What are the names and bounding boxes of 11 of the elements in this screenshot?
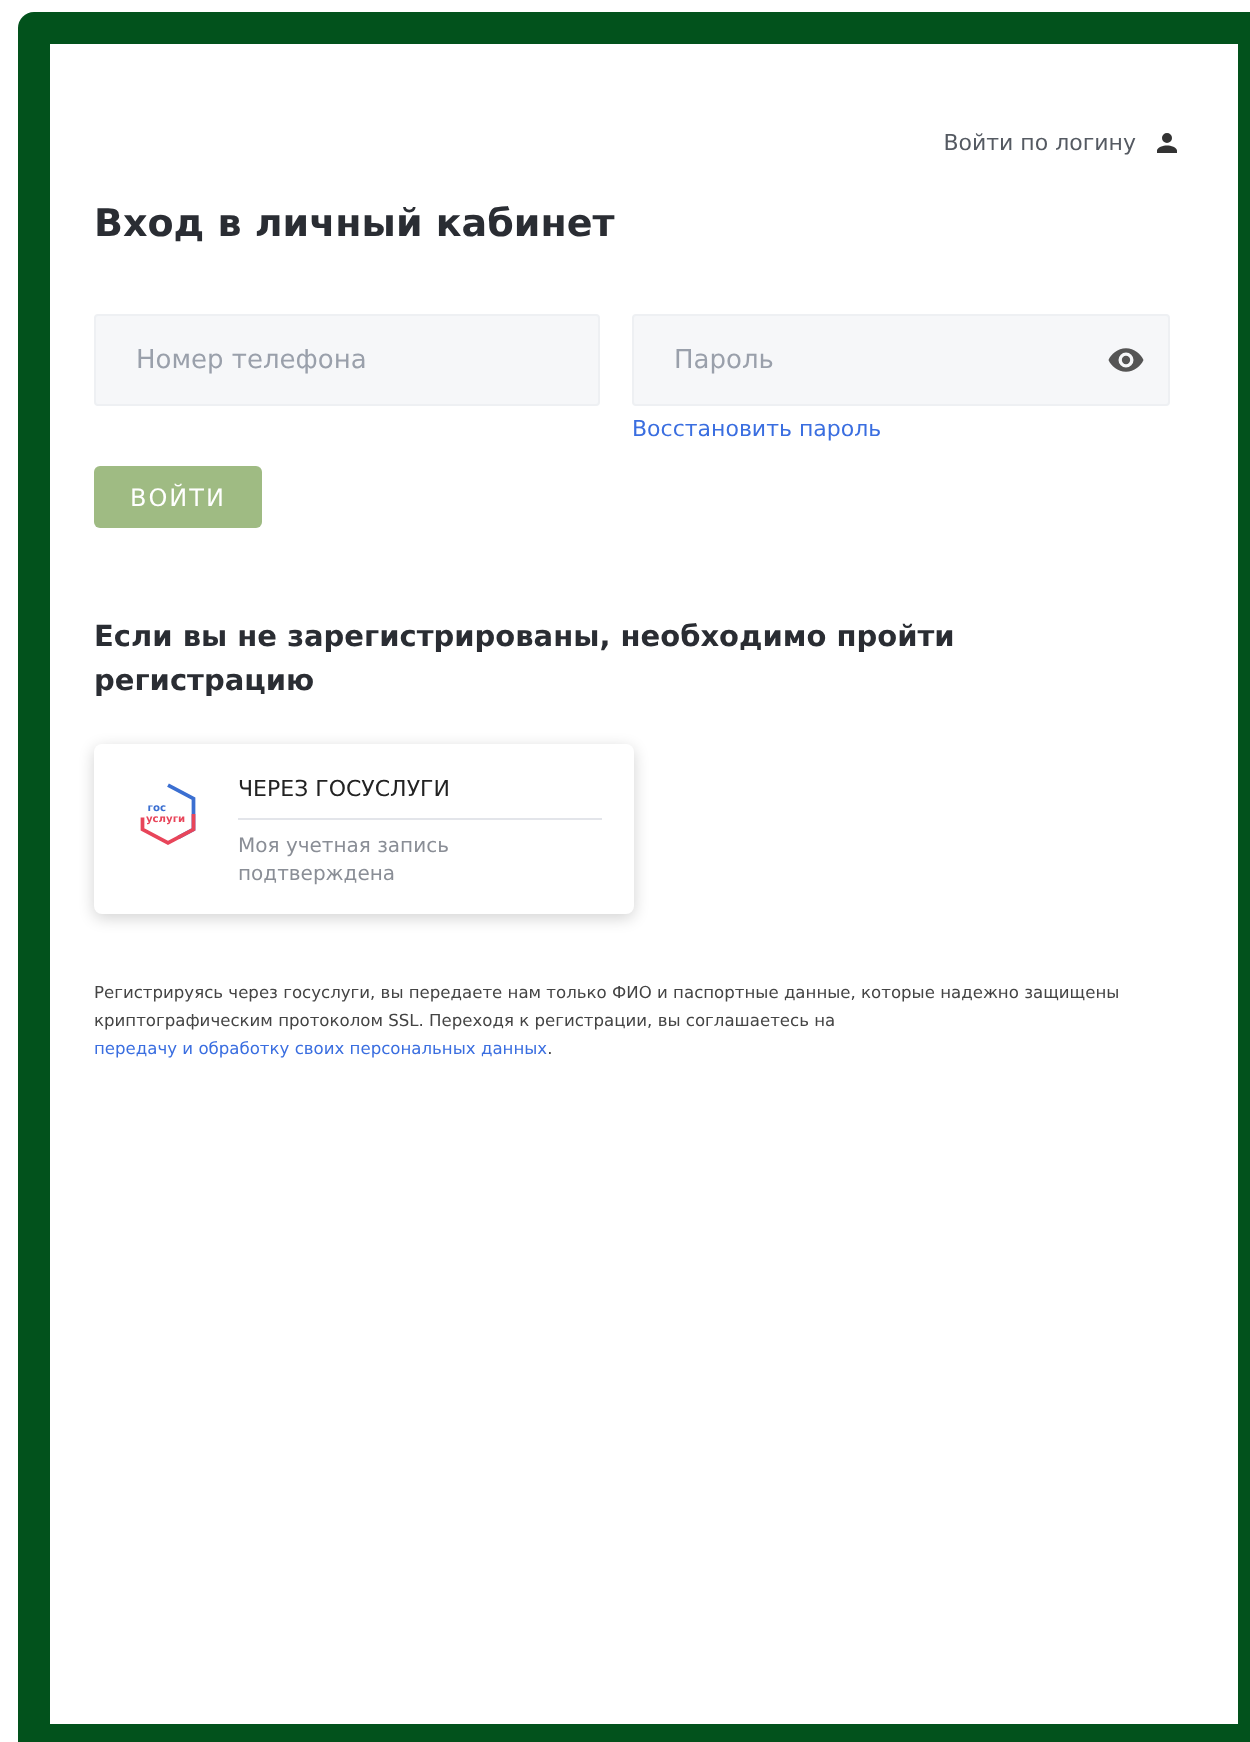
page-title: Вход в личный кабинет bbox=[94, 202, 617, 246]
privacy-notice: Регистрируясь через госуслуги, вы передаете нам только ФИО и паспортные данные, которые надежно защищены криптографическим протоколом SSL. Переходя к регистрации, вы соглашаетесь на передачу и обработку своих персональных данных. bbox=[94, 980, 1122, 1062]
personal-data-link[interactable]: передачу и обработку своих персональных данных bbox=[94, 1038, 548, 1058]
login-by-username-link[interactable]: Войти по логину bbox=[943, 130, 1136, 156]
user-icon bbox=[1152, 128, 1182, 158]
restore-password-link[interactable]: Восстановить пароль bbox=[632, 416, 882, 442]
password-field[interactable]: Пароль bbox=[632, 314, 1170, 406]
card-subtitle: Моя учетная запись подтверждена bbox=[238, 834, 451, 890]
registration-heading: Если вы не зарегистрированы, необходимо пройти регистрацию bbox=[94, 620, 957, 702]
card-title: ЧЕРЕЗ ГОСУСЛУГИ bbox=[238, 776, 602, 820]
phone-field[interactable]: Номер телефона bbox=[94, 314, 600, 406]
